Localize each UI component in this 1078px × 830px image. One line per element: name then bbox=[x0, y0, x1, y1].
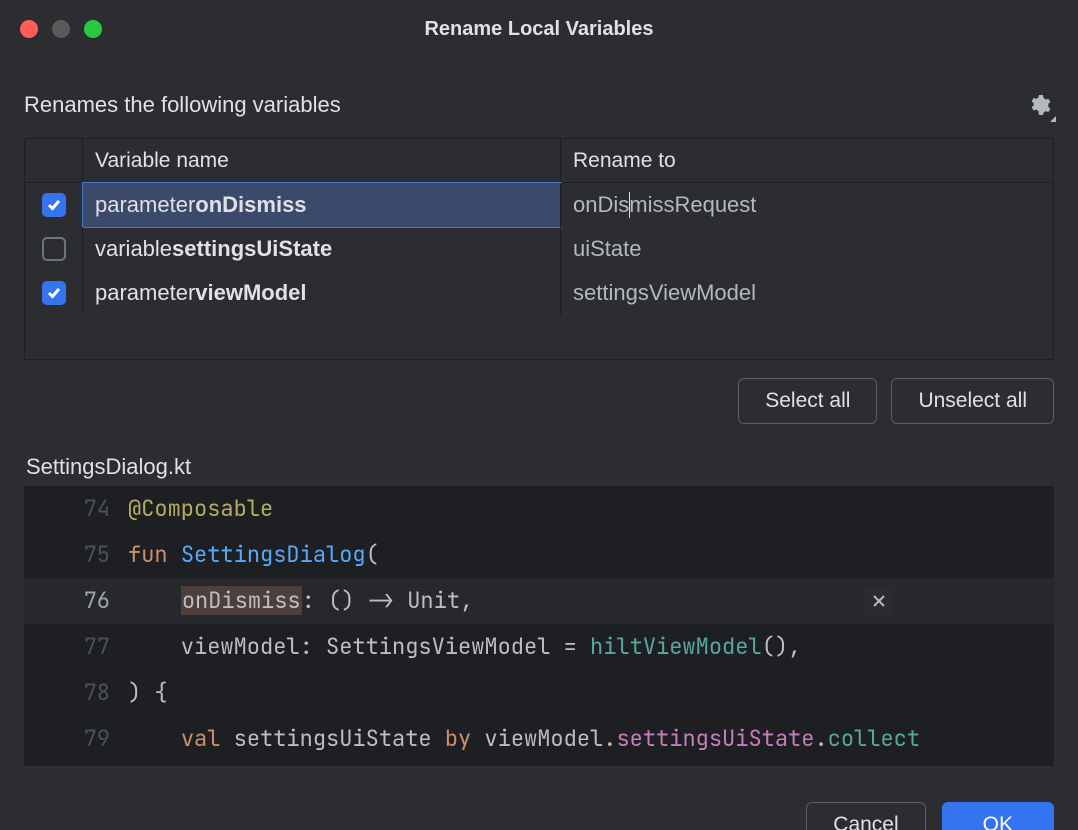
editor-line: 79 val settingsUiState by viewModel.sett… bbox=[24, 716, 1054, 762]
rename-to-value: onDismissRequest bbox=[573, 192, 756, 218]
variable-name-cell[interactable]: parameter viewModel bbox=[83, 271, 561, 315]
rename-to-cell[interactable]: uiState bbox=[561, 227, 1053, 271]
row-checkbox[interactable] bbox=[42, 237, 66, 261]
rename-to-value: settingsViewModel bbox=[573, 280, 756, 306]
preview-filename: SettingsDialog.kt bbox=[24, 454, 1054, 480]
header-variable-name: Variable name bbox=[83, 139, 561, 183]
variable-kind-label: parameter bbox=[95, 280, 195, 306]
rename-to-cell[interactable]: onDismissRequest bbox=[561, 183, 1053, 227]
unselect-all-button[interactable]: Unselect all bbox=[891, 378, 1054, 424]
variable-name-label: viewModel bbox=[195, 280, 306, 306]
code-content: val settingsUiState by viewModel.setting… bbox=[128, 716, 1054, 762]
row-checkbox[interactable] bbox=[42, 281, 66, 305]
ok-button[interactable]: OK bbox=[942, 802, 1054, 830]
editor-line: 78) { bbox=[24, 670, 1054, 716]
line-number: 76 bbox=[24, 578, 128, 624]
window-zoom-button[interactable] bbox=[84, 20, 102, 38]
window-close-button[interactable] bbox=[20, 20, 38, 38]
code-content: ) { bbox=[128, 670, 1054, 716]
code-content: @Composable bbox=[128, 486, 1054, 532]
rename-to-value: uiState bbox=[573, 236, 642, 262]
row-checkbox-cell[interactable] bbox=[25, 271, 83, 315]
rename-to-cell[interactable]: settingsViewModel bbox=[561, 271, 1053, 315]
close-preview-button[interactable] bbox=[864, 586, 894, 616]
dialog-subtitle: Renames the following variables bbox=[24, 92, 341, 118]
editor-line: 74@Composable bbox=[24, 486, 1054, 532]
line-number: 79 bbox=[24, 716, 128, 762]
variable-name-label: settingsUiState bbox=[172, 236, 332, 262]
editor-line: 76 onDismiss: () -> Unit, bbox=[24, 578, 1054, 624]
table-footer-empty-row bbox=[25, 315, 1053, 359]
editor-line: 77 viewModel: SettingsViewModel = hiltVi… bbox=[24, 624, 1054, 670]
check-icon bbox=[46, 285, 62, 301]
resize-corner-icon bbox=[1050, 116, 1056, 122]
code-content: fun SettingsDialog( bbox=[128, 532, 1054, 578]
variable-kind-label: parameter bbox=[95, 192, 195, 218]
row-checkbox-cell[interactable] bbox=[25, 227, 83, 271]
header-rename-to: Rename to bbox=[561, 139, 1053, 183]
editor-line: 75fun SettingsDialog( bbox=[24, 532, 1054, 578]
code-content: onDismiss: () -> Unit, bbox=[128, 578, 1054, 624]
variable-name-label: onDismiss bbox=[195, 192, 306, 218]
window-minimize-button[interactable] bbox=[52, 20, 70, 38]
text-caret bbox=[629, 192, 630, 218]
window-title: Rename Local Variables bbox=[0, 18, 1078, 41]
table-row[interactable]: variable settingsUiState uiState bbox=[25, 227, 1053, 271]
code-content: viewModel: SettingsViewModel = hiltViewM… bbox=[128, 624, 1054, 670]
code-preview-editor[interactable]: 74@Composable75fun SettingsDialog(76 onD… bbox=[24, 486, 1054, 766]
table-header: Variable name Rename to bbox=[25, 139, 1053, 183]
titlebar: Rename Local Variables bbox=[0, 0, 1078, 58]
header-checkbox-col bbox=[25, 139, 83, 183]
row-checkbox[interactable] bbox=[42, 193, 66, 217]
row-checkbox-cell[interactable] bbox=[25, 183, 83, 227]
line-number: 75 bbox=[24, 532, 128, 578]
close-icon bbox=[871, 593, 887, 609]
variable-name-cell[interactable]: variable settingsUiState bbox=[83, 227, 561, 271]
settings-gear-button[interactable] bbox=[1024, 90, 1054, 120]
variable-name-cell[interactable]: parameter onDismiss bbox=[83, 183, 561, 227]
cancel-button[interactable]: Cancel bbox=[806, 802, 925, 830]
select-all-button[interactable]: Select all bbox=[738, 378, 877, 424]
table-row[interactable]: parameter viewModel settingsViewModel bbox=[25, 271, 1053, 315]
gear-icon bbox=[1027, 93, 1051, 117]
line-number: 78 bbox=[24, 670, 128, 716]
table-row[interactable]: parameter onDismiss onDismissRequest bbox=[25, 183, 1053, 227]
line-number: 74 bbox=[24, 486, 128, 532]
check-icon bbox=[46, 197, 62, 213]
traffic-lights bbox=[20, 20, 102, 38]
line-number: 77 bbox=[24, 624, 128, 670]
variables-table: Variable name Rename to parameter onDism… bbox=[24, 138, 1054, 360]
variable-kind-label: variable bbox=[95, 236, 172, 262]
